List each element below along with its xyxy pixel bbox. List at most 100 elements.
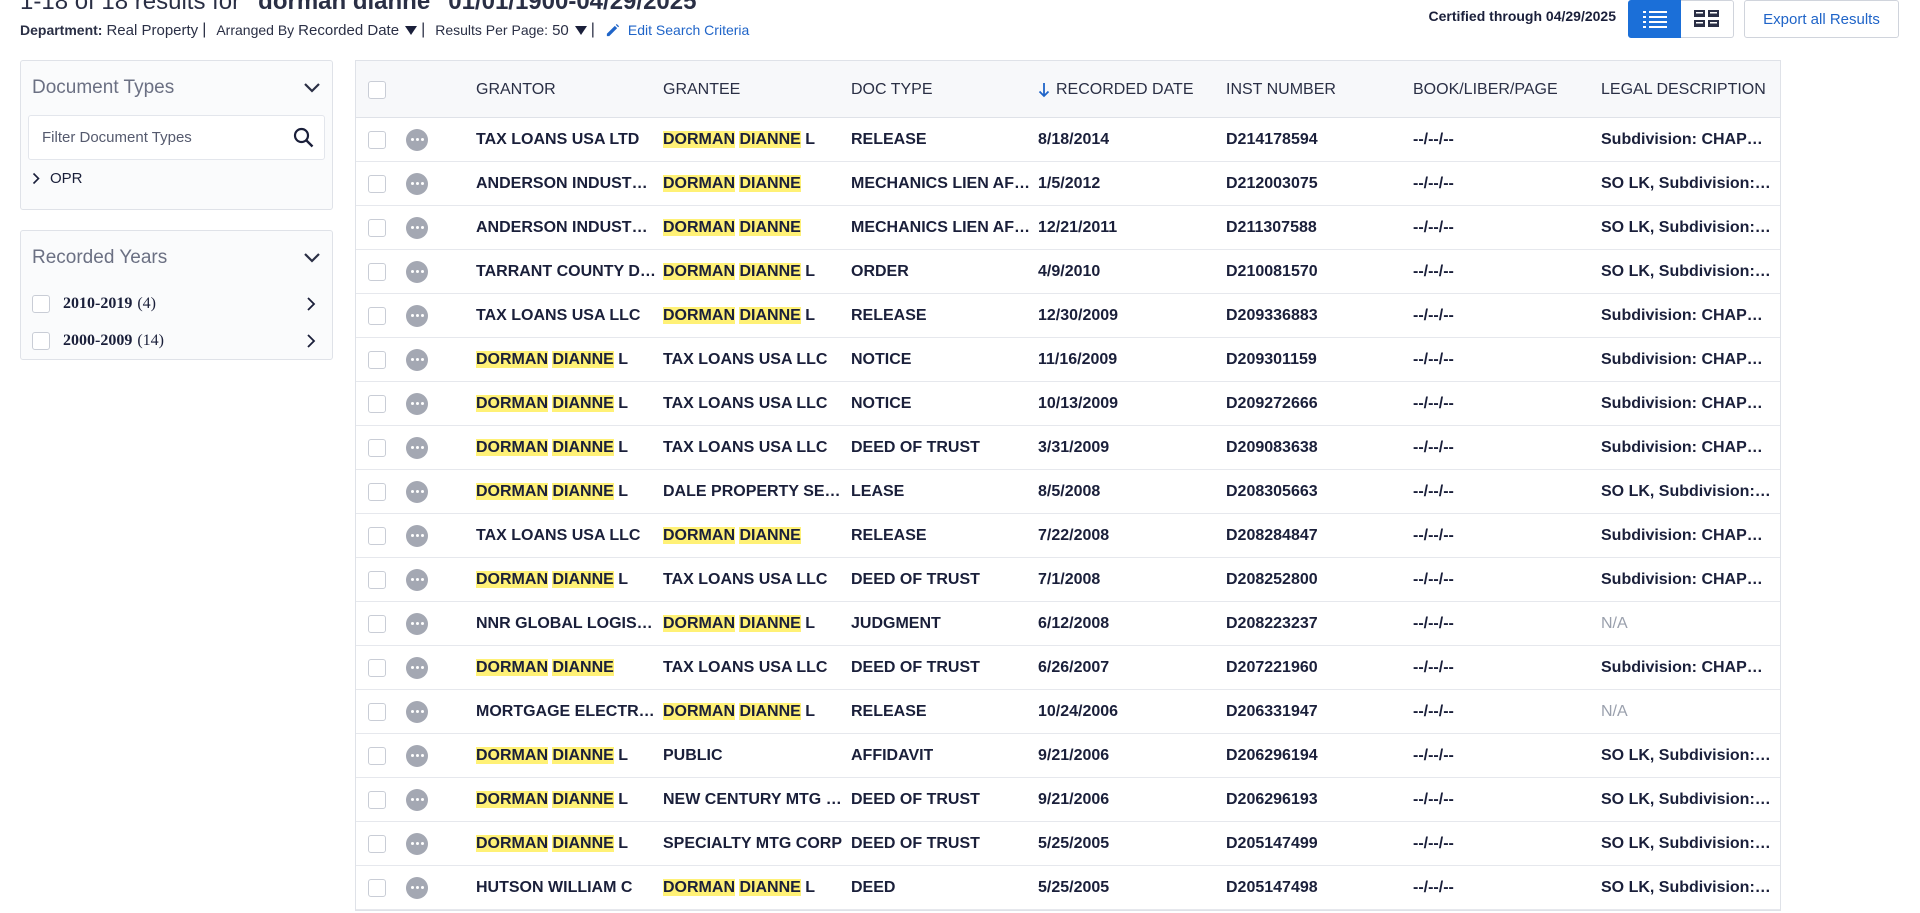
inst-number-cell[interactable]: D205147498 [1226, 866, 1406, 909]
more-options-icon[interactable] [406, 700, 428, 723]
row-checkbox[interactable] [368, 130, 386, 149]
row-checkbox[interactable] [368, 262, 386, 281]
more-options-icon[interactable] [406, 172, 428, 195]
more-options-icon[interactable] [406, 876, 428, 899]
table-row[interactable]: DORMAN DIANNE L NEW CENTURY MTG CORP DEED … [356, 778, 1780, 822]
inst-number-cell[interactable]: D208305663 [1226, 470, 1406, 513]
more-options-icon[interactable] [406, 304, 428, 327]
list-view-button[interactable] [1628, 0, 1681, 38]
inst-number-cell[interactable]: D209272666 [1226, 382, 1406, 425]
recorded-date-cell: 4/9/2010 [1038, 250, 1218, 293]
inst-number-cell[interactable]: D208284847 [1226, 514, 1406, 557]
more-options-icon[interactable] [406, 612, 428, 635]
inst-number-cell[interactable]: D214178594 [1226, 118, 1406, 161]
table-row[interactable]: DORMAN DIANNE L DALE PROPERTY SERVICES LEA… [356, 470, 1780, 514]
inst-number-cell[interactable]: D209301159 [1226, 338, 1406, 381]
table-row[interactable]: NNR GLOBAL LOGISTICS DORMAN DIANNE L JUDGM… [356, 602, 1780, 646]
row-checkbox[interactable] [368, 614, 386, 633]
column-header-inst-number[interactable]: INST NUMBER [1226, 61, 1406, 118]
table-row[interactable]: DORMAN DIANNE L TAX LOANS USA LLC DEED OF … [356, 558, 1780, 602]
inst-number-cell[interactable]: D209083638 [1226, 426, 1406, 469]
table-row[interactable]: TARRANT COUNTY DISTRICT DORMAN DIANNE L OR… [356, 250, 1780, 294]
row-checkbox[interactable] [368, 746, 386, 765]
more-options-icon[interactable] [406, 128, 428, 151]
inst-number-cell[interactable]: D205147499 [1226, 822, 1406, 865]
column-header-grantor[interactable]: GRANTOR [476, 61, 656, 118]
inst-number-cell[interactable]: D212003075 [1226, 162, 1406, 205]
more-options-icon[interactable] [406, 260, 428, 283]
search-icon[interactable] [293, 127, 314, 148]
column-header-grantee[interactable]: GRANTEE [663, 61, 845, 118]
row-checkbox[interactable] [368, 702, 386, 721]
row-checkbox[interactable] [368, 218, 386, 237]
chevron-right-icon[interactable] [306, 296, 316, 312]
table-row[interactable]: TAX LOANS USA LLC DORMAN DIANNE L RELEASE 1… [356, 294, 1780, 338]
arranged-by-select[interactable]: Recorded Date [298, 22, 418, 39]
row-checkbox[interactable] [368, 306, 386, 325]
column-header-legal[interactable]: LEGAL DESCRIPTION [1601, 61, 1773, 118]
row-checkbox[interactable] [368, 350, 386, 369]
row-checkbox[interactable] [368, 570, 386, 589]
more-options-icon[interactable] [406, 656, 428, 679]
recorded-date-cell: 3/31/2009 [1038, 426, 1218, 469]
document-type-filter-input[interactable] [42, 129, 272, 146]
inst-number-cell[interactable]: D210081570 [1226, 250, 1406, 293]
row-checkbox[interactable] [368, 658, 386, 677]
document-types-header[interactable]: Document Types [21, 61, 332, 115]
inst-number-cell[interactable]: D208252800 [1226, 558, 1406, 601]
table-row[interactable]: HUTSON WILLIAM C DORMAN DIANNE L DEED 5/25/… [356, 866, 1780, 910]
export-all-results-button[interactable]: Export all Results [1744, 0, 1899, 38]
year-checkbox[interactable] [32, 331, 50, 350]
table-row[interactable]: DORMAN DIANNE L PUBLIC AFFIDAVIT 9/21/2006 D… [356, 734, 1780, 778]
year-checkbox[interactable] [32, 294, 50, 313]
table-row[interactable]: DORMAN DIANNE L TAX LOANS USA LLC NOTICE 11… [356, 338, 1780, 382]
more-options-icon[interactable] [406, 788, 428, 811]
row-checkbox[interactable] [368, 526, 386, 545]
column-header-recorded-date[interactable]: RECORDED DATE [1038, 61, 1218, 118]
row-checkbox[interactable] [368, 790, 386, 809]
more-options-icon[interactable] [406, 348, 428, 371]
row-checkbox[interactable] [368, 438, 386, 457]
row-checkbox[interactable] [368, 174, 386, 193]
table-row[interactable]: DORMAN DIANNE L TAX LOANS USA LLC DEED OF … [356, 426, 1780, 470]
inst-number-cell[interactable]: D208223237 [1226, 602, 1406, 645]
row-checkbox[interactable] [368, 878, 386, 897]
table-row[interactable]: TAX LOANS USA LLC DORMAN DIANNE RELEASE 7/2… [356, 514, 1780, 558]
column-header-doc-type[interactable]: DOC TYPE [851, 61, 1031, 118]
doc-type-item-opr[interactable]: OPR [32, 170, 332, 187]
more-options-icon[interactable] [406, 216, 428, 239]
row-checkbox[interactable] [368, 834, 386, 853]
inst-number-cell[interactable]: D209336883 [1226, 294, 1406, 337]
year-item-2000-2009[interactable]: 2000-2009 (14) [21, 322, 332, 359]
per-page-select[interactable]: 50 [552, 22, 587, 39]
inst-number-cell[interactable]: D206296194 [1226, 734, 1406, 777]
more-options-icon[interactable] [406, 524, 428, 547]
edit-search-criteria-link[interactable]: Edit Search Criteria [605, 22, 749, 38]
chevron-right-icon[interactable] [306, 333, 316, 349]
table-row[interactable]: DORMAN DIANNE TAX LOANS USA LLC DEED OF TR… [356, 646, 1780, 690]
table-row[interactable]: DORMAN DIANNE L TAX LOANS USA LLC NOTICE 10… [356, 382, 1780, 426]
table-row[interactable]: ANDERSON INDUSTRIES DORMAN DIANNE MECHANIC… [356, 162, 1780, 206]
inst-number-cell[interactable]: D207221960 [1226, 646, 1406, 689]
more-options-icon[interactable] [406, 744, 428, 767]
inst-number-cell[interactable]: D206331947 [1226, 690, 1406, 733]
recorded-years-header[interactable]: Recorded Years [21, 231, 332, 285]
table-row[interactable]: ANDERSON INDUSTRIES DORMAN DIANNE MECHANIC… [356, 206, 1780, 250]
more-options-icon[interactable] [406, 392, 428, 415]
more-options-icon[interactable] [406, 436, 428, 459]
table-row[interactable]: TAX LOANS USA LTD DORMAN DIANNE L RELEASE 8… [356, 118, 1780, 162]
table-row[interactable]: MORTGAGE ELECTRONIC DORMAN DIANNE L RELEAS… [356, 690, 1780, 734]
year-item-2010-2019[interactable]: 2010-2019 (4) [21, 285, 332, 322]
table-row[interactable]: DORMAN DIANNE L SPECIALTY MTG CORP DEED OF… [356, 822, 1780, 866]
grid-view-button[interactable] [1681, 0, 1734, 38]
select-all-checkbox[interactable] [368, 80, 386, 99]
more-options-icon[interactable] [406, 480, 428, 503]
more-options-icon[interactable] [406, 832, 428, 855]
row-checkbox[interactable] [368, 482, 386, 501]
grantor-cell-text: TAX LOANS USA LTD [476, 130, 640, 148]
inst-number-cell[interactable]: D206296193 [1226, 778, 1406, 821]
column-header-book[interactable]: BOOK/LIBER/PAGE [1413, 61, 1593, 118]
more-options-icon[interactable] [406, 568, 428, 591]
row-checkbox[interactable] [368, 394, 386, 413]
inst-number-cell[interactable]: D211307588 [1226, 206, 1406, 249]
